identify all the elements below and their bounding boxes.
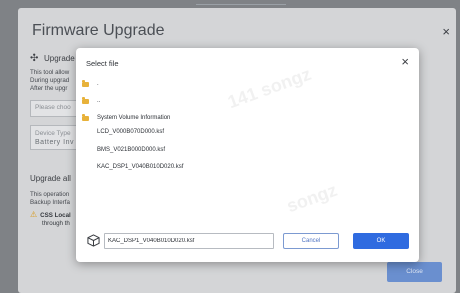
section-upgrade-all-title: Upgrade all: [30, 174, 71, 183]
entry-name: System Volume Information: [97, 115, 171, 121]
entry-name: LCD_V000B070D000.ksf: [97, 129, 165, 135]
list-item-folder[interactable]: .: [82, 80, 99, 87]
op-line-1: This operation: [30, 191, 70, 198]
list-item-file[interactable]: KAC_DSP1_V040B010D020.ksf: [82, 164, 183, 170]
watermark: songz: [283, 179, 340, 217]
entry-name: ..: [97, 98, 101, 104]
list-item-file[interactable]: BMS_V021B000D000.ksf: [82, 147, 165, 153]
warning-line-2: through th: [42, 220, 70, 227]
top-divider: [196, 4, 286, 5]
close-button[interactable]: Close: [387, 262, 442, 282]
warning-icon: ⚠: [30, 210, 38, 219]
ok-button[interactable]: OK: [353, 233, 409, 249]
entry-name: BMS_V021B000D000.ksf: [97, 147, 166, 153]
list-item-folder[interactable]: ..: [82, 97, 101, 104]
desc-line-1: This tool allow: [30, 69, 70, 76]
list-item-folder[interactable]: System Volume Information: [82, 114, 171, 121]
entry-name: KAC_DSP1_V040B010D020.ksf: [97, 164, 184, 170]
warning-line-1: ⚠ CSS Local: [30, 211, 71, 220]
select-file-dialog: 141 songz songz Select file × . .. Syste…: [76, 48, 419, 262]
desc-line-3: After the upgr: [30, 85, 68, 92]
page-title: Firmware Upgrade: [32, 22, 165, 39]
package-icon: [87, 234, 100, 247]
cancel-button[interactable]: Cancel: [283, 233, 339, 249]
selected-file-input[interactable]: [104, 233, 274, 249]
desc-line-2: During upgrad: [30, 77, 70, 84]
folder-icon: [82, 97, 89, 104]
entry-name: .: [97, 81, 99, 87]
warning-bold-text: CSS Local: [40, 212, 71, 219]
section-upgrade-title: Upgrade: [44, 54, 75, 63]
dialog-title: Select file: [86, 59, 119, 68]
watermark: 141 songz: [225, 63, 314, 113]
op-line-2: Backup Interfa: [30, 199, 70, 206]
folder-icon: [82, 114, 89, 121]
panel-close-icon[interactable]: ×: [442, 24, 450, 39]
upgrade-icon: ✣: [30, 53, 39, 64]
dialog-close-icon[interactable]: ×: [401, 54, 409, 69]
list-item-file[interactable]: LCD_V000B070D000.ksf: [82, 129, 164, 135]
folder-icon: [82, 80, 89, 87]
